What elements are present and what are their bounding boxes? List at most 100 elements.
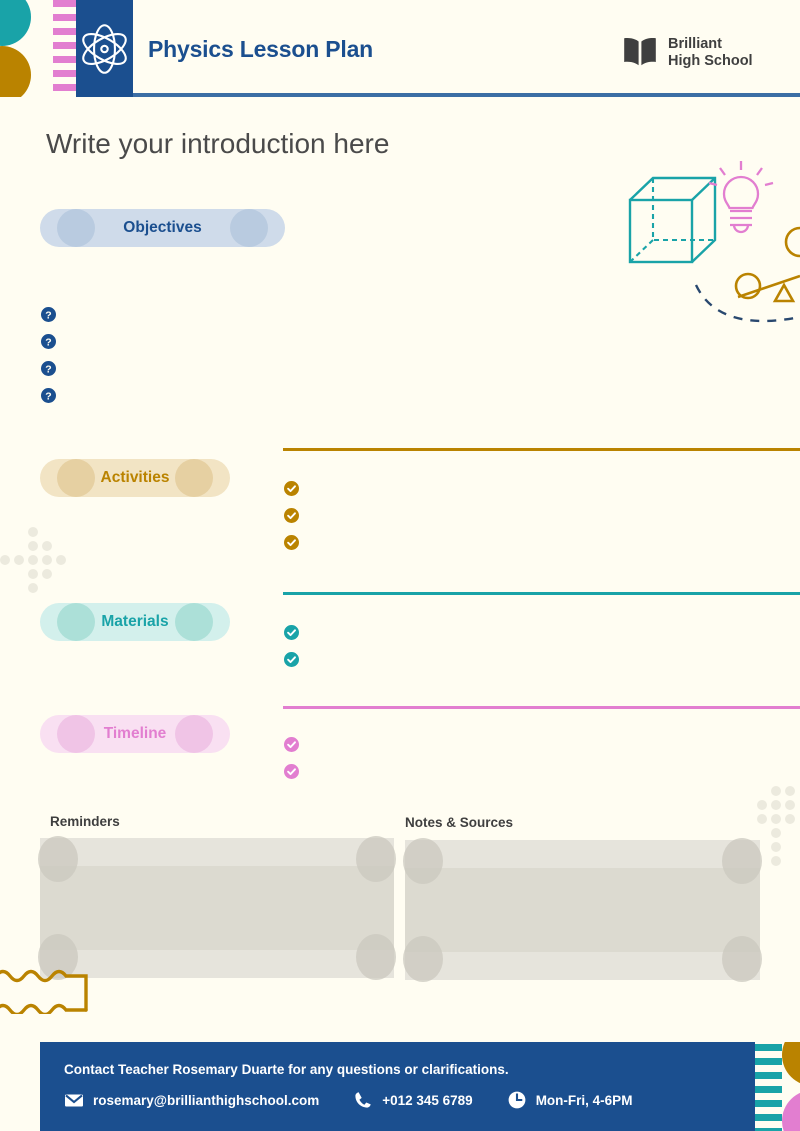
checklist-item[interactable] xyxy=(284,764,299,791)
check-circle-icon xyxy=(284,508,299,523)
objectives-bullet-list: ???? xyxy=(41,307,56,415)
textbox-corner-tl xyxy=(38,836,78,882)
textbox-corner-bl xyxy=(403,936,443,982)
dashed-arc xyxy=(694,284,800,323)
footer-hours-text: Mon-Fri, 4-6PM xyxy=(535,1092,633,1108)
clock-icon xyxy=(507,1090,527,1110)
page-header: Physics Lesson Plan Brilliant High Schoo… xyxy=(0,0,800,97)
phone-icon xyxy=(353,1090,373,1110)
section-pill-objectives[interactable]: Objectives xyxy=(40,209,285,247)
footer-phone-item[interactable]: +012 345 6789 xyxy=(353,1090,473,1110)
checklist-item[interactable] xyxy=(284,737,299,764)
footer-contact-row: rosemary@brillianthighschool.com +012 34… xyxy=(64,1090,666,1110)
footer-message: Contact Teacher Rosemary Duarte for any … xyxy=(64,1062,509,1077)
checklist-item[interactable] xyxy=(284,481,299,508)
envelope-icon xyxy=(64,1090,84,1110)
check-circle-icon xyxy=(284,764,299,779)
objective-item[interactable]: ? xyxy=(41,334,56,361)
check-circle-icon xyxy=(284,481,299,496)
textbox-corner-br xyxy=(356,934,396,980)
check-circle-icon xyxy=(284,625,299,640)
textbox-corner-tl xyxy=(403,838,443,884)
footer-phone-text: +012 345 6789 xyxy=(382,1092,473,1108)
lightbulb-icon xyxy=(708,161,774,234)
textbox-corner-br xyxy=(722,936,762,982)
section-divider-timeline xyxy=(283,706,800,709)
section-pill-materials[interactable]: Materials xyxy=(40,603,230,641)
section-label-timeline: Timeline xyxy=(103,725,167,742)
dotted-arrow-right-icon xyxy=(0,527,76,593)
stripe xyxy=(53,42,76,49)
stripe xyxy=(53,56,76,63)
notes-sources-label: Notes & Sources xyxy=(405,815,514,830)
notes-sources-textbox[interactable] xyxy=(403,838,762,982)
section-pill-activities[interactable]: Activities xyxy=(40,459,230,497)
atom-icon xyxy=(76,14,133,84)
check-circle-icon xyxy=(284,652,299,667)
footer-background xyxy=(40,1042,755,1131)
open-book-icon xyxy=(622,36,658,68)
introduction-heading[interactable]: Write your introduction here xyxy=(46,128,389,160)
reminders-label: Reminders xyxy=(50,814,120,829)
school-name: Brilliant High School xyxy=(668,36,753,70)
svg-text:?: ? xyxy=(45,309,51,321)
checklist-item[interactable] xyxy=(284,625,299,652)
textbox-band-bottom xyxy=(40,950,394,978)
circle-outline xyxy=(784,226,800,258)
textbox-band-top xyxy=(40,838,394,866)
footer-hours-item: Mon-Fri, 4-6PM xyxy=(507,1090,633,1110)
footer-email-item[interactable]: rosemary@brillianthighschool.com xyxy=(64,1090,319,1110)
check-circle-icon xyxy=(284,535,299,550)
stripe xyxy=(53,84,76,91)
question-mark-icon: ? xyxy=(41,307,56,322)
section-label-objectives: Objectives xyxy=(123,219,202,236)
textbox-corner-tr xyxy=(722,838,762,884)
stripe xyxy=(53,0,76,7)
lever-fulcrum-icon xyxy=(734,272,800,303)
stripe xyxy=(755,1086,782,1093)
lesson-plan-page: Physics Lesson Plan Brilliant High Schoo… xyxy=(0,0,800,1131)
header-decoration-left xyxy=(0,0,76,97)
stripe xyxy=(53,70,76,77)
activities-checklist xyxy=(284,481,299,562)
objective-item[interactable]: ? xyxy=(41,361,56,388)
footer-email-text: rosemary@brillianthighschool.com xyxy=(93,1092,320,1108)
reminders-textbox[interactable] xyxy=(38,836,396,980)
section-pill-timeline[interactable]: Timeline xyxy=(40,715,230,753)
section-divider-activities xyxy=(283,448,800,451)
decorative-circle-pink xyxy=(782,1090,800,1131)
decorative-circle-gold xyxy=(782,1042,800,1086)
stripe xyxy=(755,1072,782,1079)
materials-checklist xyxy=(284,625,299,679)
svg-text:?: ? xyxy=(45,390,51,402)
section-label-materials: Materials xyxy=(101,613,169,630)
question-mark-icon: ? xyxy=(41,334,56,349)
decorative-circle-gold xyxy=(0,46,31,97)
decorative-stripes-teal xyxy=(755,1042,782,1131)
page-footer: Contact Teacher Rosemary Duarte for any … xyxy=(40,1042,800,1131)
footer-decoration-right xyxy=(755,1042,800,1131)
textbox-band-top xyxy=(405,840,760,868)
stripe xyxy=(755,1044,782,1051)
checklist-item[interactable] xyxy=(284,535,299,562)
section-label-activities: Activities xyxy=(100,469,170,486)
textbox-band-bottom xyxy=(405,952,760,980)
stripe xyxy=(53,14,76,21)
stripe xyxy=(53,28,76,35)
checklist-item[interactable] xyxy=(284,508,299,535)
check-circle-icon xyxy=(284,737,299,752)
objective-item[interactable]: ? xyxy=(41,388,56,415)
decorative-stripes-pink xyxy=(53,0,76,97)
section-divider-materials xyxy=(283,592,800,595)
objective-item[interactable]: ? xyxy=(41,307,56,334)
checklist-item[interactable] xyxy=(284,652,299,679)
decorative-circle-teal xyxy=(0,0,31,46)
question-mark-icon: ? xyxy=(41,388,56,403)
stripe xyxy=(755,1114,782,1121)
question-mark-icon: ? xyxy=(41,361,56,376)
svg-text:?: ? xyxy=(45,336,51,348)
svg-text:?: ? xyxy=(45,363,51,375)
school-name-line1: Brilliant xyxy=(668,36,722,52)
school-name-line2: High School xyxy=(668,53,753,69)
page-title: Physics Lesson Plan xyxy=(148,36,374,62)
